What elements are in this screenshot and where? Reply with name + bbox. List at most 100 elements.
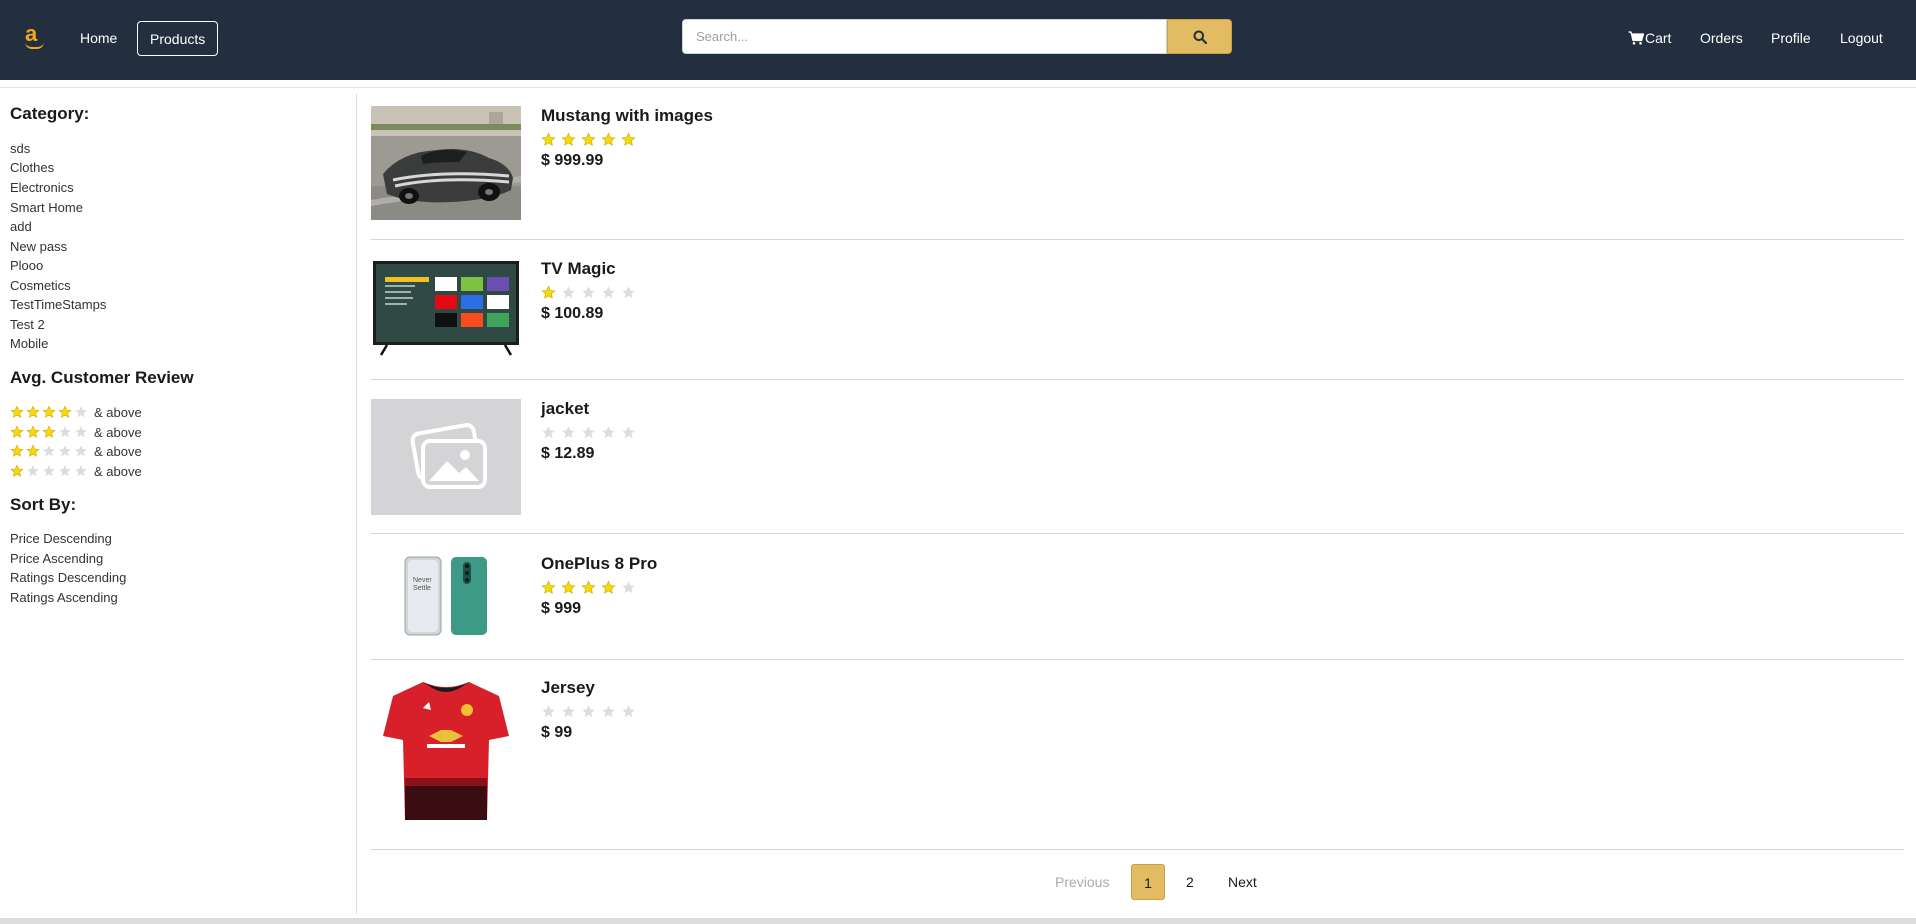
nav-profile-link[interactable]: Profile bbox=[1771, 21, 1811, 56]
product-info: jacket $ 12.89 bbox=[541, 399, 641, 463]
search-icon bbox=[1193, 30, 1207, 44]
product-price: $ 99 bbox=[541, 724, 573, 741]
category-item[interactable]: Mobile bbox=[10, 336, 48, 351]
product-name[interactable]: Jersey bbox=[541, 678, 641, 698]
cart-icon bbox=[1628, 31, 1645, 45]
star-empty-icon bbox=[59, 426, 71, 438]
svg-text:Never: Never bbox=[413, 577, 432, 584]
star-empty-icon bbox=[582, 286, 595, 299]
amazon-logo[interactable]: a bbox=[22, 21, 48, 50]
nav-cart-link[interactable]: Cart bbox=[1628, 21, 1671, 56]
star-filled-icon bbox=[10, 405, 24, 418]
category-item[interactable]: add bbox=[10, 219, 32, 234]
product-card: jacket $ 12.89 bbox=[371, 399, 1904, 534]
placeholder-image-icon bbox=[371, 399, 521, 515]
category-item[interactable]: sds bbox=[10, 141, 30, 156]
category-item[interactable]: Plooo bbox=[10, 258, 43, 273]
product-price: $ 100.89 bbox=[541, 305, 604, 322]
star-filled-icon bbox=[42, 405, 56, 418]
phone-photo: Never Settle bbox=[371, 554, 521, 636]
review-filter-row[interactable]: & above bbox=[10, 464, 142, 480]
sort-option[interactable]: Ratings Descending bbox=[10, 570, 126, 585]
star-filled-icon bbox=[621, 132, 636, 146]
sort-option[interactable]: Ratings Ascending bbox=[10, 590, 118, 605]
logo-smile bbox=[25, 42, 44, 49]
rating-stars bbox=[10, 464, 90, 481]
star-empty-icon bbox=[542, 426, 555, 439]
pagination-page-1[interactable]: 1 bbox=[1131, 864, 1165, 900]
product-card: TV Magic $ 100.89 bbox=[371, 259, 1904, 380]
star-filled-icon bbox=[601, 132, 616, 146]
car-photo bbox=[371, 106, 521, 220]
svg-text:Settle: Settle bbox=[413, 585, 431, 592]
sort-heading: Sort By: bbox=[10, 495, 77, 514]
star-filled-icon bbox=[58, 405, 72, 418]
category-item[interactable]: New pass bbox=[10, 239, 67, 254]
star-empty-icon bbox=[59, 445, 71, 457]
star-filled-icon bbox=[561, 580, 576, 594]
product-image[interactable] bbox=[371, 106, 521, 225]
star-empty-icon bbox=[562, 705, 575, 718]
nav-logout-link[interactable]: Logout bbox=[1840, 21, 1883, 56]
star-filled-icon bbox=[541, 580, 556, 594]
category-item[interactable]: TestTimeStamps bbox=[10, 297, 106, 312]
sort-option[interactable]: Price Ascending bbox=[10, 551, 103, 566]
star-empty-icon bbox=[622, 426, 635, 439]
review-heading: Avg. Customer Review bbox=[10, 368, 194, 387]
product-name[interactable]: OnePlus 8 Pro bbox=[541, 554, 657, 574]
product-price: $ 12.89 bbox=[541, 445, 595, 462]
search-input[interactable] bbox=[682, 19, 1167, 54]
pagination-previous[interactable]: Previous bbox=[1055, 864, 1109, 900]
rating-stars bbox=[10, 444, 90, 461]
product-info: Jersey $ 99 bbox=[541, 678, 641, 742]
category-item[interactable]: Cosmetics bbox=[10, 278, 71, 293]
nav-orders-link[interactable]: Orders bbox=[1700, 21, 1743, 56]
star-empty-icon bbox=[622, 286, 635, 299]
cart-label: Cart bbox=[1645, 30, 1672, 46]
nav-home-link[interactable]: Home bbox=[68, 21, 129, 56]
star-filled-icon bbox=[581, 132, 596, 146]
star-filled-icon bbox=[26, 405, 40, 418]
search-button[interactable] bbox=[1167, 19, 1232, 54]
star-empty-icon bbox=[602, 426, 615, 439]
star-filled-icon bbox=[10, 425, 24, 438]
star-empty-icon bbox=[75, 465, 87, 477]
review-filter-row[interactable]: & above bbox=[10, 405, 142, 421]
product-price: $ 999.99 bbox=[541, 152, 604, 169]
product-image[interactable] bbox=[371, 678, 521, 829]
star-empty-icon bbox=[75, 445, 87, 457]
star-filled-icon bbox=[26, 425, 40, 438]
product-card: Never Settle OnePlus 8 Pro $ 999 bbox=[371, 554, 1904, 660]
pagination-page-2[interactable]: 2 bbox=[1186, 864, 1194, 900]
product-name[interactable]: jacket bbox=[541, 399, 641, 419]
star-filled-icon bbox=[541, 285, 556, 299]
pagination-next[interactable]: Next bbox=[1228, 864, 1257, 900]
product-image[interactable]: Never Settle bbox=[371, 554, 521, 641]
category-item[interactable]: Test 2 bbox=[10, 317, 45, 332]
tv-photo bbox=[371, 259, 521, 359]
product-image[interactable] bbox=[371, 399, 521, 520]
review-filter-row[interactable]: & above bbox=[10, 425, 142, 441]
review-filter-label: & above bbox=[94, 425, 142, 440]
category-item[interactable]: Clothes bbox=[10, 160, 54, 175]
product-name[interactable]: Mustang with images bbox=[541, 106, 713, 126]
product-card: Mustang with images $ 999.99 bbox=[371, 106, 1904, 240]
product-image[interactable] bbox=[371, 259, 521, 364]
star-filled-icon bbox=[26, 444, 40, 457]
divider bbox=[0, 87, 1916, 88]
product-card: Jersey $ 99 bbox=[371, 678, 1904, 850]
product-rating bbox=[541, 580, 657, 596]
product-name[interactable]: TV Magic bbox=[541, 259, 641, 279]
nav-products-link[interactable]: Products bbox=[137, 21, 219, 56]
horizontal-scrollbar[interactable] bbox=[0, 918, 1916, 924]
category-item[interactable]: Electronics bbox=[10, 180, 74, 195]
review-filter-row[interactable]: & above bbox=[10, 444, 142, 460]
sort-option[interactable]: Price Descending bbox=[10, 531, 112, 546]
star-empty-icon bbox=[562, 286, 575, 299]
star-empty-icon bbox=[43, 465, 55, 477]
product-info: TV Magic $ 100.89 bbox=[541, 259, 641, 323]
star-empty-icon bbox=[43, 445, 55, 457]
star-filled-icon bbox=[581, 580, 596, 594]
category-item[interactable]: Smart Home bbox=[10, 200, 83, 215]
star-empty-icon bbox=[27, 465, 39, 477]
